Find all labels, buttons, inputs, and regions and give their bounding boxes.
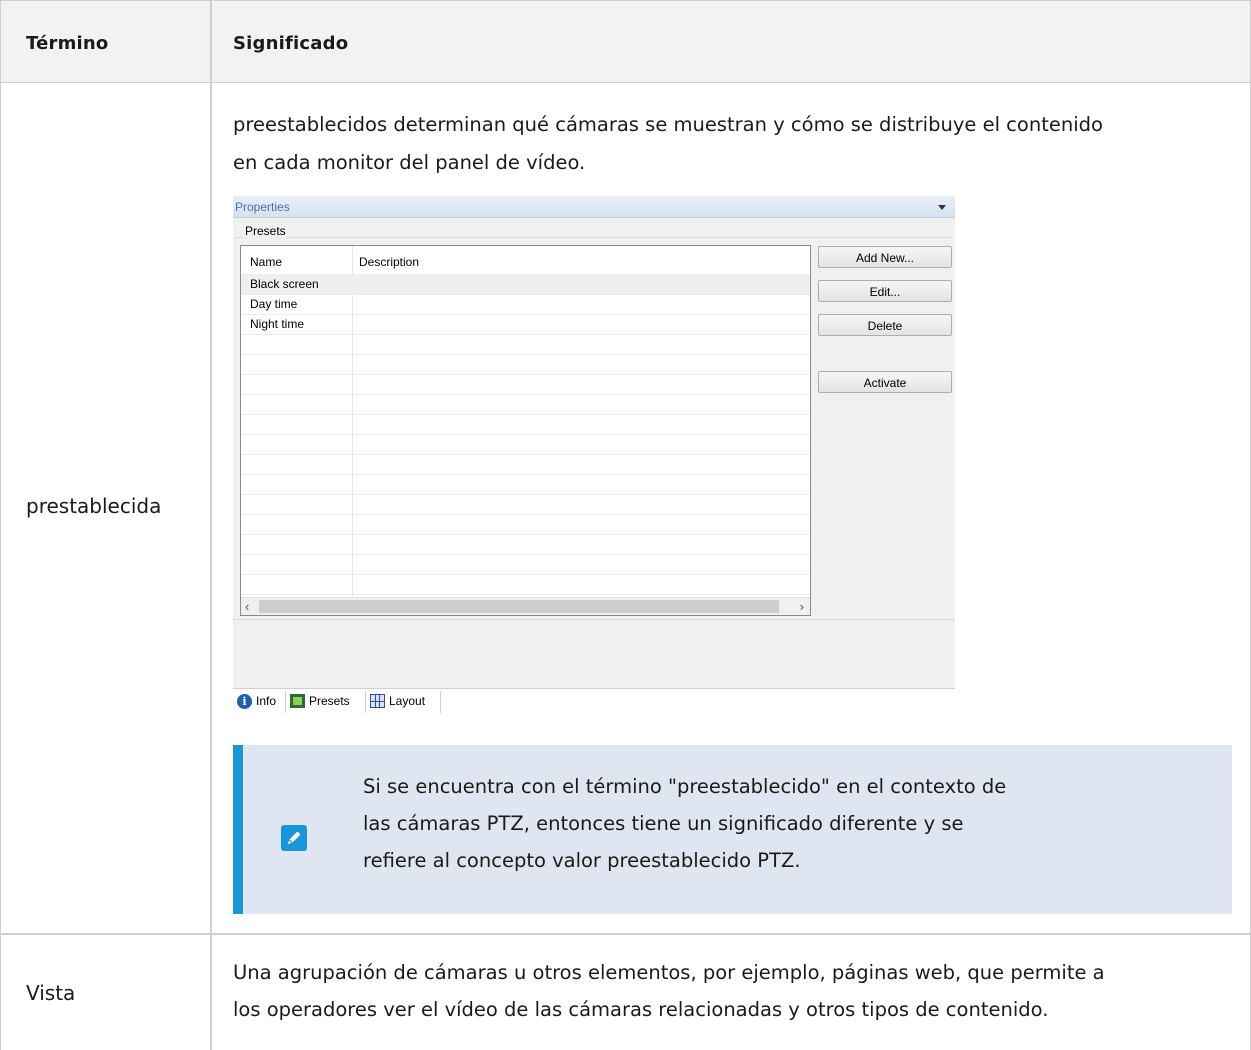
empty-row xyxy=(241,334,810,355)
note-line-1: Si se encuentra con el término "preestab… xyxy=(363,775,1007,798)
properties-panel-screenshot: Properties Presets Name Description Blac… xyxy=(233,196,955,715)
tab-info-label: Info xyxy=(256,694,277,708)
list-item[interactable]: Night time xyxy=(241,314,810,335)
empty-row xyxy=(241,434,810,455)
layout-icon xyxy=(370,694,385,708)
info-icon: i xyxy=(237,693,252,709)
presets-group-line xyxy=(236,237,952,238)
list-item-name: Black screen xyxy=(250,277,319,291)
horizontal-scrollbar[interactable]: ‹ › xyxy=(241,597,810,615)
delete-button[interactable]: Delete xyxy=(818,314,952,336)
empty-row xyxy=(241,554,810,575)
definition-line-2: en cada monitor del panel de vídeo. xyxy=(233,151,586,174)
activate-button[interactable]: Activate xyxy=(818,371,952,393)
list-item[interactable]: Black screen xyxy=(241,274,810,295)
empty-row xyxy=(241,514,810,535)
note-box: Si se encuentra con el término "preestab… xyxy=(233,745,1232,914)
empty-row xyxy=(241,474,810,495)
tab-info[interactable]: i Info xyxy=(237,689,276,713)
tab-divider xyxy=(365,691,366,713)
term-vista: Vista xyxy=(26,981,76,1005)
table-border-left xyxy=(0,0,1,1050)
scrollbar-thumb[interactable] xyxy=(259,600,779,613)
empty-row xyxy=(241,374,810,395)
term-prestablecida: prestablecida xyxy=(26,494,162,518)
scroll-left-icon[interactable]: ‹ xyxy=(245,598,249,615)
empty-row xyxy=(241,454,810,475)
note-line-3: refiere al concepto valor preestablecido… xyxy=(363,849,801,872)
scroll-right-icon[interactable]: › xyxy=(800,598,804,615)
dropdown-caret-icon[interactable] xyxy=(938,205,946,210)
list-item-name: Night time xyxy=(250,317,305,331)
table-header-row xyxy=(0,0,1251,82)
row-divider xyxy=(0,933,1251,935)
vista-definition-line-1: Una agrupación de cámaras u otros elemen… xyxy=(233,961,1105,984)
tab-presets-label: Presets xyxy=(309,694,350,708)
tab-layout[interactable]: Layout xyxy=(370,689,425,713)
presets-group-label: Presets xyxy=(243,224,288,238)
pencil-icon xyxy=(281,825,307,851)
empty-row xyxy=(241,574,810,595)
edit-button[interactable]: Edit... xyxy=(818,280,952,302)
presets-icon xyxy=(290,694,305,708)
empty-row xyxy=(241,414,810,435)
list-header: Name Description xyxy=(241,246,810,274)
empty-row xyxy=(241,534,810,555)
properties-title: Properties xyxy=(235,200,290,214)
add-new-button[interactable]: Add New... xyxy=(818,246,952,268)
column-description-header[interactable]: Description xyxy=(359,255,419,269)
list-item[interactable]: Day time xyxy=(241,294,810,315)
column-divider xyxy=(210,0,212,1050)
column-name-header[interactable]: Name xyxy=(250,255,282,269)
tab-presets[interactable]: Presets xyxy=(290,689,350,713)
empty-row xyxy=(241,354,810,375)
empty-row xyxy=(241,494,810,515)
tab-divider xyxy=(440,691,441,713)
glossary-table: Término Significado prestablecida preest… xyxy=(0,0,1251,1050)
list-item-name: Day time xyxy=(250,297,298,311)
note-line-2: las cámaras PTZ, entonces tiene un signi… xyxy=(363,812,964,835)
properties-title-bar: Properties xyxy=(233,196,955,218)
properties-tab-bar: i Info Presets Layout xyxy=(233,688,955,715)
note-text: Si se encuentra con el término "preestab… xyxy=(363,768,1083,879)
panel-separator xyxy=(233,619,955,620)
vista-definition-line-2: los operadores ver el vídeo de las cámar… xyxy=(233,998,1049,1021)
tab-layout-label: Layout xyxy=(389,694,426,708)
tab-divider xyxy=(285,691,286,713)
header-term: Término xyxy=(26,33,109,54)
header-meaning: Significado xyxy=(233,33,349,54)
definition-line-1: preestablecidos determinan qué cámaras s… xyxy=(233,113,1103,136)
presets-list[interactable]: Name Description Black screen Day time N… xyxy=(240,245,811,616)
note-accent-bar xyxy=(233,745,243,914)
empty-row xyxy=(241,394,810,415)
table-border-top xyxy=(0,0,1251,1)
header-divider xyxy=(0,82,1251,83)
